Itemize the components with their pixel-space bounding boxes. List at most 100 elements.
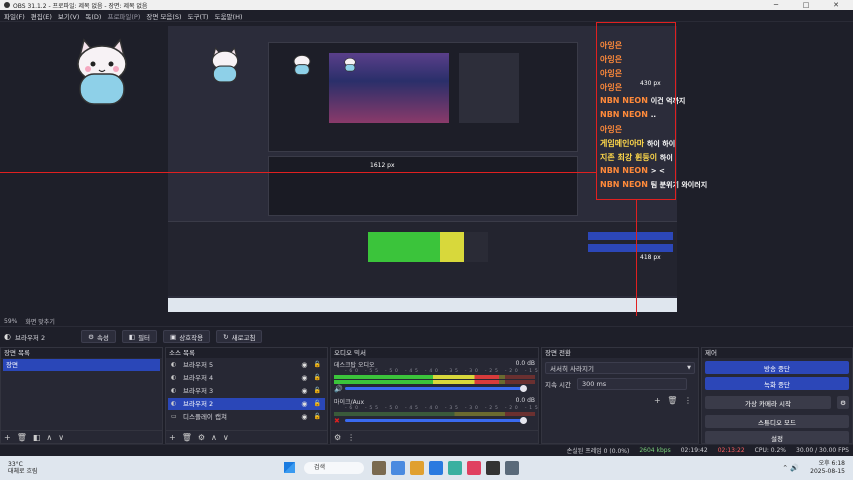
app-icon[interactable]	[391, 461, 405, 475]
globe-icon: ◐	[171, 400, 177, 407]
refresh-button[interactable]: ↻ 새로고침	[216, 330, 263, 343]
meter-ticks: -60 -55 -50 -45 -40 -35 -30 -25 -20 -15 …	[345, 369, 585, 374]
speaker-icon[interactable]: 🔊	[334, 385, 343, 393]
zoom-level[interactable]: 59%	[4, 318, 17, 325]
source-item[interactable]: ◐ 브라우저 5 ◉ 🔓	[168, 359, 325, 371]
filters-button[interactable]: ◧ 필터	[121, 330, 158, 343]
arrow-up-icon[interactable]: ∧	[211, 433, 217, 442]
volume-slider[interactable]	[345, 417, 527, 424]
duration-input[interactable]: 300 ms	[577, 378, 687, 390]
stream-time: 02:19:42	[680, 447, 708, 454]
gear-icon[interactable]: ⚙	[334, 433, 341, 442]
gear-icon[interactable]: ⚙	[198, 433, 205, 442]
channel-db: 0.0 dB	[515, 360, 535, 367]
selection-box[interactable]	[596, 22, 676, 200]
measure-mid: 1612 px	[370, 162, 395, 169]
settings-button[interactable]: 설정	[705, 431, 849, 444]
menu-file[interactable]: 파일(F)	[4, 11, 25, 21]
cat-sticker-mini-icon	[344, 57, 356, 72]
studio-mode-button[interactable]: 스튜디오 모드	[705, 415, 849, 428]
source-item[interactable]: ◐ 브라우저 3 ◉ 🔓	[168, 385, 325, 397]
gear-icon: ⚙	[88, 332, 94, 341]
obs-icon	[4, 2, 10, 8]
app-icon[interactable]	[448, 461, 462, 475]
menu-profile[interactable]: 프로파일(P)	[107, 11, 140, 21]
obs-icon[interactable]	[486, 461, 500, 475]
settings-icon[interactable]	[505, 461, 519, 475]
menu-dots-icon[interactable]: ⋮	[684, 396, 692, 405]
lock-icon[interactable]: 🔓	[314, 398, 321, 410]
menu-help[interactable]: 도움말(H)	[215, 11, 243, 21]
globe-icon: ◐	[4, 332, 11, 341]
trash-icon[interactable]: 🗑	[17, 433, 27, 442]
weather-widget[interactable]: 33°C 대체로 흐림	[8, 461, 38, 475]
lock-icon[interactable]: 🔓	[314, 372, 321, 384]
eye-icon[interactable]: ◉	[301, 411, 307, 423]
preview-canvas[interactable]: 아잉은 아잉은 아잉은 아잉은 NBN NEON 이건 억까지 NBN NEON…	[0, 22, 853, 316]
eye-icon[interactable]: ◉	[301, 372, 307, 384]
slider-knob[interactable]	[520, 385, 527, 392]
arrow-up-icon[interactable]: ∧	[46, 433, 52, 442]
lock-icon[interactable]: 🔓	[314, 385, 321, 397]
add-icon[interactable]: +	[4, 433, 11, 442]
transition-select[interactable]: 서서히 사라지기 ▼	[545, 362, 695, 374]
app-icon[interactable]	[372, 461, 386, 475]
controls-dock: 제어 방송 중단 녹화 중단 가상 카메라 시작 ⚙ 스튜디오 모드 설정	[701, 347, 853, 444]
app-icon[interactable]	[467, 461, 481, 475]
menu-view[interactable]: 보기(V)	[58, 11, 79, 21]
globe-icon: ◐	[171, 374, 177, 381]
mic-muted-icon[interactable]: ✖	[334, 417, 340, 425]
taskbar-search[interactable]: 검색	[304, 462, 364, 474]
maximize-button[interactable]: □	[795, 0, 817, 10]
source-item[interactable]: ▭ 디스플레이 캡쳐 ◉ 🔓	[168, 411, 325, 423]
scene-item[interactable]: 장면	[3, 359, 160, 371]
bitrate: 2604 kbps	[639, 447, 671, 454]
trash-icon[interactable]: 🗑	[667, 396, 677, 405]
scenes-dock: 장면 목록 장면 + 🗑 ◧ ∧ ∨	[0, 347, 163, 444]
edge-icon[interactable]	[429, 461, 443, 475]
virtual-camera-button[interactable]: 가상 카메라 시작	[705, 396, 831, 409]
stop-streaming-button[interactable]: 방송 중단	[705, 361, 849, 374]
filter-icon: ◧	[128, 332, 136, 341]
add-icon[interactable]: +	[169, 433, 176, 442]
window-title: OBS 31.1.2 - 프로파일: 제목 없음 - 장면: 제목 없음	[13, 2, 148, 10]
close-button[interactable]: ✕	[825, 0, 847, 10]
interact-button[interactable]: ▣ 상호작용	[163, 330, 211, 343]
source-item[interactable]: ◐ 브라우저 2 ◉ 🔓	[168, 398, 325, 410]
virtual-camera-settings-icon[interactable]: ⚙	[837, 396, 849, 409]
trash-icon[interactable]: 🗑	[182, 433, 192, 442]
scenes-title: 장면 목록	[1, 348, 162, 358]
menu-docks[interactable]: 독(D)	[85, 11, 101, 21]
fit-label[interactable]: 화면 맞추기	[25, 317, 55, 326]
eye-icon[interactable]: ◉	[301, 359, 307, 371]
menu-bar: 파일(F) 편집(E) 보기(V) 독(D) 프로파일(P) 장면 모음(S) …	[0, 10, 853, 22]
lock-icon[interactable]: 🔓	[314, 359, 321, 371]
properties-button[interactable]: ⚙ 속성	[81, 330, 116, 343]
volume-slider[interactable]	[345, 385, 527, 392]
source-item[interactable]: ◐ 브라우저 4 ◉ 🔓	[168, 372, 325, 384]
slider-knob[interactable]	[520, 417, 527, 424]
minimize-button[interactable]: ─	[765, 0, 787, 10]
eye-icon[interactable]: ◉	[301, 385, 307, 397]
meter-fill	[334, 380, 499, 384]
arrow-down-icon[interactable]: ∨	[58, 433, 64, 442]
menu-scene-collection[interactable]: 장면 모음(S)	[146, 11, 181, 21]
menu-tools[interactable]: 도구(T)	[188, 11, 209, 21]
filter-icon[interactable]: ◧	[33, 433, 41, 442]
eye-icon[interactable]: ◉	[301, 398, 307, 410]
system-tray[interactable]: ⌃ 🔊	[782, 464, 799, 472]
menu-dots-icon[interactable]: ⋮	[347, 433, 355, 442]
clock[interactable]: 오후 6:18 2025-08-15	[810, 460, 845, 476]
transition-title: 장면 전환	[542, 348, 698, 358]
menu-edit[interactable]: 편집(E)	[31, 11, 52, 21]
temperature: 33°C	[8, 461, 23, 468]
add-icon[interactable]: +	[654, 396, 661, 405]
refresh-icon: ↻	[223, 332, 229, 341]
arrow-down-icon[interactable]: ∨	[223, 433, 229, 442]
stop-recording-button[interactable]: 녹화 중단	[705, 377, 849, 390]
measure-top: 430 px	[640, 80, 661, 87]
guide-line	[0, 172, 596, 173]
lock-icon[interactable]: 🔓	[314, 411, 321, 423]
folder-icon[interactable]	[410, 461, 424, 475]
windows-start-icon[interactable]	[284, 462, 295, 473]
